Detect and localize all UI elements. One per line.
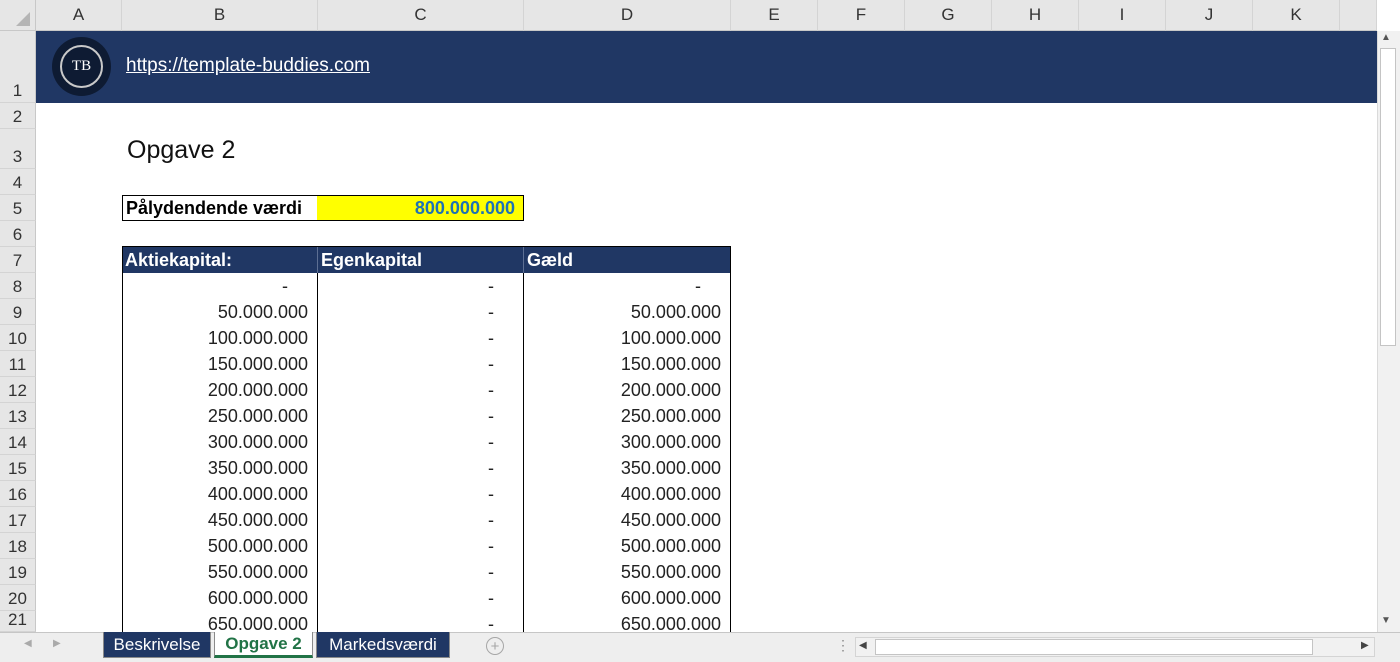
- column-header-h[interactable]: H: [992, 0, 1079, 31]
- aktiekapital-cell[interactable]: 300.000.000: [122, 429, 318, 455]
- gaeld-cell[interactable]: 250.000.000: [524, 403, 731, 429]
- row-header-8[interactable]: 8: [0, 273, 36, 299]
- face-value-label-cell[interactable]: Pålydendende værdi: [122, 195, 318, 221]
- gaeld-cell[interactable]: 350.000.000: [524, 455, 731, 481]
- row-header-1[interactable]: 1: [0, 31, 36, 103]
- egenkapital-cell[interactable]: -: [318, 533, 523, 559]
- egenkapital-cell[interactable]: -: [318, 559, 523, 585]
- previous-sheet-icon[interactable]: ◀: [24, 638, 32, 649]
- row-header-18[interactable]: 18: [0, 533, 36, 559]
- gaeld-cell[interactable]: 500.000.000: [524, 533, 731, 559]
- scroll-down-icon[interactable]: ▼: [1381, 615, 1391, 626]
- splitter-handle-icon[interactable]: ⋮: [836, 637, 850, 654]
- tab-opgave-2[interactable]: Opgave 2: [214, 632, 313, 658]
- aktiekapital-cell[interactable]: 450.000.000: [122, 507, 318, 533]
- column-header-overflow[interactable]: [1340, 0, 1377, 31]
- row-header-2[interactable]: 2: [0, 103, 36, 129]
- gaeld-cell[interactable]: 50.000.000: [524, 299, 731, 325]
- gaeld-cell[interactable]: 300.000.000: [524, 429, 731, 455]
- gaeld-cell[interactable]: -: [524, 273, 731, 299]
- row-header-4[interactable]: 4: [0, 169, 36, 195]
- logo-emblem: TB: [60, 45, 103, 88]
- egenkapital-cell[interactable]: -: [318, 455, 523, 481]
- column-header-f[interactable]: F: [818, 0, 905, 31]
- row-header-6[interactable]: 6: [0, 221, 36, 247]
- egenkapital-cell[interactable]: -: [318, 429, 523, 455]
- select-all-triangle-icon: [16, 12, 30, 26]
- egenkapital-cell[interactable]: -: [318, 273, 523, 299]
- tab-beskrivelse[interactable]: Beskrivelse: [103, 632, 211, 658]
- face-value-input-cell[interactable]: 800.000.000: [317, 195, 524, 221]
- aktiekapital-cell[interactable]: 200.000.000: [122, 377, 318, 403]
- aktiekapital-cell[interactable]: 350.000.000: [122, 455, 318, 481]
- row-header-17[interactable]: 17: [0, 507, 36, 533]
- gaeld-cell[interactable]: 550.000.000: [524, 559, 731, 585]
- aktiekapital-cell[interactable]: 600.000.000: [122, 585, 318, 611]
- gaeld-cell[interactable]: 600.000.000: [524, 585, 731, 611]
- row-header-20[interactable]: 20: [0, 585, 36, 611]
- column-header-g[interactable]: G: [905, 0, 992, 31]
- aktiekapital-cell[interactable]: 500.000.000: [122, 533, 318, 559]
- row-header-11[interactable]: 11: [0, 351, 36, 377]
- column-header-a[interactable]: A: [36, 0, 122, 31]
- triangle-left-icon[interactable]: ◀: [859, 640, 867, 651]
- egenkapital-cell[interactable]: -: [318, 325, 523, 351]
- page-title: Opgave 2: [127, 136, 236, 164]
- triangle-right-icon[interactable]: ▶: [1361, 640, 1369, 651]
- row-header-16[interactable]: 16: [0, 481, 36, 507]
- row-header-3[interactable]: 3: [0, 129, 36, 169]
- row-header-15[interactable]: 15: [0, 455, 36, 481]
- column-header-d[interactable]: D: [524, 0, 731, 31]
- egenkapital-cell[interactable]: -: [318, 507, 523, 533]
- row-header-14[interactable]: 14: [0, 429, 36, 455]
- egenkapital-cell[interactable]: -: [318, 403, 523, 429]
- gaeld-cell[interactable]: 400.000.000: [524, 481, 731, 507]
- gaeld-cell[interactable]: 200.000.000: [524, 377, 731, 403]
- column-header-k[interactable]: K: [1253, 0, 1340, 31]
- aktiekapital-cell[interactable]: 100.000.000: [122, 325, 318, 351]
- egenkapital-cell[interactable]: -: [318, 351, 523, 377]
- gaeld-cell[interactable]: 150.000.000: [524, 351, 731, 377]
- aktiekapital-cell[interactable]: 150.000.000: [122, 351, 318, 377]
- row-header-21[interactable]: 21: [0, 610, 36, 632]
- gaeld-cell[interactable]: 100.000.000: [524, 325, 731, 351]
- gaeld-cell[interactable]: 450.000.000: [524, 507, 731, 533]
- column-header-b[interactable]: B: [122, 0, 318, 31]
- aktiekapital-cell[interactable]: 400.000.000: [122, 481, 318, 507]
- column-header-c[interactable]: C: [318, 0, 524, 31]
- scroll-up-icon[interactable]: ▲: [1381, 32, 1391, 43]
- egenkapital-cell[interactable]: -: [318, 377, 523, 403]
- row-header-19[interactable]: 19: [0, 559, 36, 585]
- aktiekapital-cell[interactable]: 250.000.000: [122, 403, 318, 429]
- tab-markedsvaerdi[interactable]: Markedsværdi: [316, 632, 450, 658]
- row-header-5[interactable]: 5: [0, 195, 36, 221]
- egenkapital-cell[interactable]: -: [318, 299, 523, 325]
- next-sheet-icon[interactable]: ▶: [53, 638, 61, 649]
- egenkapital-cell[interactable]: -: [318, 585, 523, 611]
- row-header-9[interactable]: 9: [0, 299, 36, 325]
- egenkapital-cell[interactable]: -: [318, 481, 523, 507]
- aktiekapital-cell[interactable]: 50.000.000: [122, 299, 318, 325]
- vertical-scroll-thumb[interactable]: [1380, 48, 1396, 346]
- horizontal-scroll-thumb[interactable]: [875, 639, 1313, 655]
- aktiekapital-cell[interactable]: 550.000.000: [122, 559, 318, 585]
- column-header-e[interactable]: E: [731, 0, 818, 31]
- website-link[interactable]: https://template-buddies.com: [126, 55, 370, 77]
- column-header-i[interactable]: I: [1079, 0, 1166, 31]
- column-header-j[interactable]: J: [1166, 0, 1253, 31]
- row-header-12[interactable]: 12: [0, 377, 36, 403]
- aktiekapital-cell[interactable]: -: [122, 273, 318, 299]
- plus-circle-icon[interactable]: +: [486, 637, 504, 655]
- row-header-10[interactable]: 10: [0, 325, 36, 351]
- row-header-7[interactable]: 7: [0, 247, 36, 273]
- row-header-13[interactable]: 13: [0, 403, 36, 429]
